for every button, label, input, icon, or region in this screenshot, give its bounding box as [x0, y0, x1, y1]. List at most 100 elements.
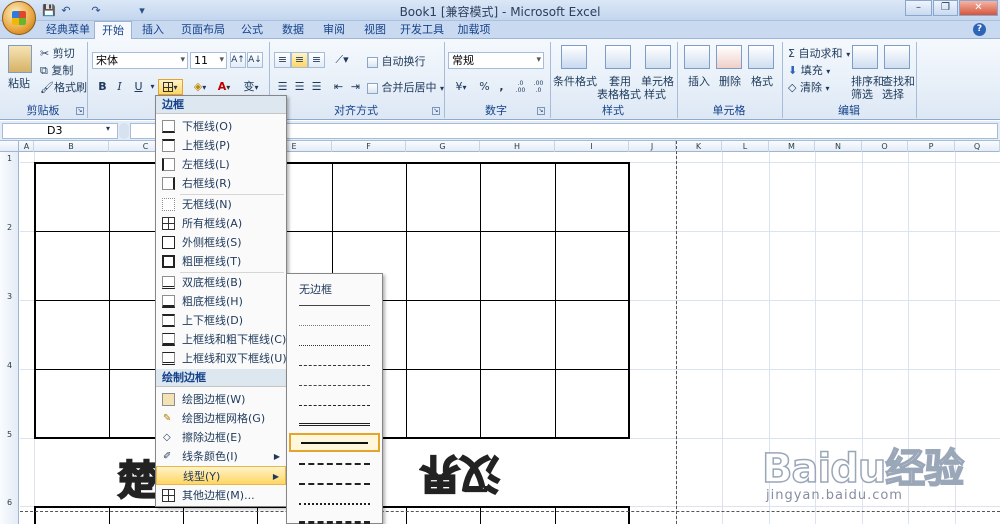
conditional-format-button[interactable]: 条件格式	[553, 73, 597, 89]
tab-developer[interactable]: 开发工具	[397, 21, 447, 39]
menu-no-border[interactable]: 无框线(N)	[156, 195, 286, 214]
line-style-option[interactable]	[289, 414, 380, 433]
maximize-button[interactable]: ❐	[933, 0, 958, 16]
orientation-icon[interactable]: ⟋▾	[330, 52, 354, 68]
format-as-table-icon[interactable]	[605, 45, 631, 69]
line-style-option[interactable]	[289, 512, 380, 524]
menu-thick-bottom-border[interactable]: 粗底框线(H)	[156, 292, 286, 311]
line-style-option-selected[interactable]	[289, 433, 380, 452]
percent-button[interactable]: %	[476, 79, 493, 95]
menu-line-style[interactable]: 线型(Y) ▶	[156, 466, 286, 485]
line-style-option[interactable]	[289, 356, 380, 375]
name-box-dropdown-icon[interactable]: ▾	[106, 124, 110, 133]
decrease-decimal-button[interactable]: .00 .0	[530, 79, 547, 95]
cell-styles-button-bottom[interactable]: 样式	[644, 86, 666, 102]
column-header[interactable]: M	[769, 141, 815, 152]
line-style-option[interactable]	[289, 454, 380, 473]
menu-line-color[interactable]: ✐ 线条颜色(I) ▶	[156, 447, 286, 466]
line-style-option[interactable]	[289, 296, 380, 315]
line-style-option[interactable]	[289, 316, 380, 335]
merge-center-button[interactable]: 合并后居中 ▾	[367, 79, 444, 95]
line-style-option[interactable]	[289, 474, 380, 493]
bold-button[interactable]: B	[94, 79, 111, 95]
paste-icon[interactable]	[8, 45, 32, 73]
column-header[interactable]: J	[629, 141, 676, 152]
find-select-button-bottom[interactable]: 选择	[882, 86, 904, 102]
tab-data[interactable]: 数据	[275, 21, 311, 39]
align-middle-icon[interactable]: ≡	[291, 52, 308, 68]
increase-indent-icon[interactable]: ⇥	[347, 79, 364, 95]
row-header[interactable]: 5	[0, 430, 19, 439]
tab-formulas[interactable]: 公式	[234, 21, 270, 39]
menu-all-borders[interactable]: 所有框线(A)	[156, 214, 286, 233]
menu-erase-border[interactable]: ◇ 擦除边框(E)	[156, 428, 286, 447]
insert-cells-icon[interactable]	[684, 45, 710, 69]
row-header[interactable]: 4	[0, 361, 19, 370]
border-button[interactable]: ▾	[158, 79, 183, 95]
column-header[interactable]: H	[480, 141, 555, 152]
font-color-button[interactable]: A▾	[212, 79, 236, 95]
column-header[interactable]: F	[332, 141, 406, 152]
minimize-button[interactable]: –	[905, 0, 932, 16]
column-header[interactable]: I	[555, 141, 629, 152]
tab-page-layout[interactable]: 页面布局	[177, 21, 229, 39]
sort-filter-button-bottom[interactable]: 筛选	[851, 86, 873, 102]
select-all-corner[interactable]	[0, 141, 19, 152]
row-header[interactable]: 3	[0, 292, 19, 301]
shrink-font-button[interactable]: A↓	[247, 52, 263, 68]
align-right-icon[interactable]: ☰	[308, 79, 325, 95]
italic-button[interactable]: I	[111, 79, 128, 95]
grow-font-button[interactable]: A↑	[230, 52, 246, 68]
phonetic-button[interactable]: 变▾	[240, 79, 262, 95]
cell-styles-icon[interactable]	[645, 45, 671, 69]
menu-thick-box-border[interactable]: 粗匣框线(T)	[156, 252, 286, 271]
help-icon[interactable]: ?	[973, 23, 986, 36]
column-header[interactable]: B	[34, 141, 109, 152]
font-name-combo[interactable]: 宋体	[92, 52, 188, 69]
menu-outside-borders[interactable]: 外侧框线(S)	[156, 233, 286, 252]
office-button[interactable]	[2, 1, 36, 35]
font-size-combo[interactable]: 11	[190, 52, 227, 69]
sort-filter-icon[interactable]	[852, 45, 878, 69]
wrap-text-button[interactable]: 自动换行	[367, 53, 426, 69]
formula-bar-resize-handle[interactable]	[119, 123, 129, 139]
increase-decimal-button[interactable]: .0 .00	[512, 79, 529, 95]
align-top-icon[interactable]: ≡	[274, 52, 291, 68]
tab-addins[interactable]: 加载项	[450, 21, 498, 39]
tab-home[interactable]: 开始	[94, 21, 132, 40]
menu-top-double-bottom-border[interactable]: 上框线和双下框线(U)	[156, 349, 287, 368]
format-painter-button[interactable]: 🖌格式刷	[40, 79, 87, 95]
column-header[interactable]: K	[676, 141, 722, 152]
format-as-table-button-bottom[interactable]: 表格格式	[597, 86, 641, 102]
binoculars-icon[interactable]	[884, 45, 910, 69]
autosum-button[interactable]: Σ 自动求和 ▾	[788, 45, 850, 61]
row-header[interactable]: 6	[0, 498, 19, 507]
currency-button[interactable]: ¥▾	[450, 79, 472, 95]
line-style-option[interactable]	[289, 494, 380, 513]
copy-button[interactable]: ⧉ 复制	[40, 62, 73, 78]
row-header[interactable]: 1	[0, 154, 19, 163]
menu-right-border[interactable]: 右框线(R)	[156, 174, 286, 193]
format-cells-button[interactable]: 格式	[751, 73, 773, 89]
menu-top-thick-bottom-border[interactable]: 上框线和粗下框线(C)	[156, 330, 286, 349]
conditional-format-icon[interactable]	[561, 45, 587, 69]
align-center-icon[interactable]: ☰	[291, 79, 308, 95]
menu-draw-border[interactable]: 绘图边框(W)	[156, 390, 286, 409]
tab-view[interactable]: 视图	[357, 21, 393, 39]
menu-left-border[interactable]: 左框线(L)	[156, 155, 286, 174]
clear-button[interactable]: ◇ 清除 ▾	[788, 79, 829, 95]
column-header[interactable]: G	[406, 141, 480, 152]
column-header[interactable]: Q	[955, 141, 1000, 152]
alignment-launcher-icon[interactable]: ↘	[432, 107, 440, 115]
align-bottom-icon[interactable]: ≡	[308, 52, 325, 68]
column-header[interactable]: O	[862, 141, 908, 152]
column-header[interactable]: N	[815, 141, 862, 152]
name-box[interactable]: D3	[2, 123, 118, 139]
tab-insert[interactable]: 插入	[135, 21, 171, 39]
paste-button[interactable]: 粘贴	[8, 75, 30, 91]
menu-top-border[interactable]: 上框线(P)	[156, 136, 286, 155]
number-format-combo[interactable]: 常规	[448, 52, 544, 69]
column-header[interactable]: A	[20, 141, 34, 152]
line-style-option[interactable]	[289, 376, 380, 395]
line-style-option[interactable]	[289, 396, 380, 415]
